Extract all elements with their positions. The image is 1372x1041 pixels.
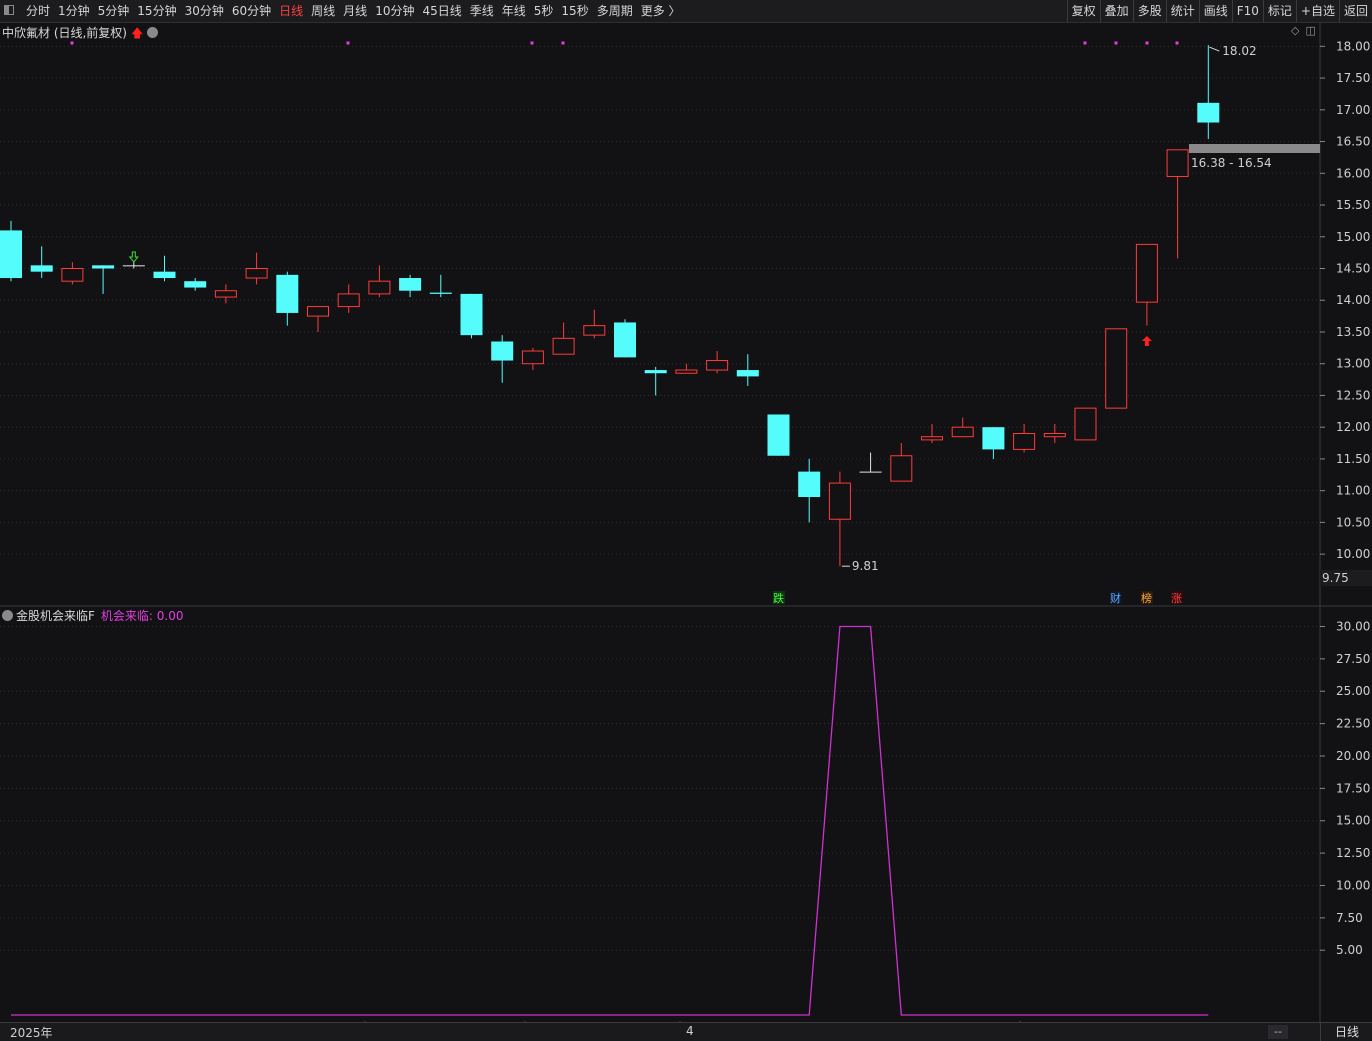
candle-body [1105, 328, 1128, 409]
sub-tick-label: 7.50 [1336, 911, 1363, 925]
candle-body [706, 360, 729, 371]
event-marker-0: 跌 [773, 591, 784, 605]
candle-body [368, 280, 391, 295]
main-tick-label: 14.00 [1336, 293, 1370, 307]
candle-body [429, 292, 452, 294]
sub-tick-label: 27.50 [1336, 652, 1370, 666]
candle-body [675, 369, 698, 374]
candle-body [1074, 407, 1097, 441]
period-button[interactable]: 日线 [1320, 1023, 1372, 1041]
event-marker-2: 榜 [1141, 591, 1152, 605]
candle-body [859, 471, 882, 473]
candle-body [767, 414, 790, 456]
candle-body [736, 370, 759, 377]
chart-canvas[interactable]: 18.00 17.50 17.00 16.50 16.00 15.50 15.00 14.50… [0, 0, 1372, 1022]
main-tick-label: 13.00 [1336, 357, 1370, 371]
candle-body [61, 268, 84, 282]
candle-body [798, 471, 821, 498]
candle-body [982, 427, 1005, 450]
price-range-band [1189, 144, 1320, 153]
candle-body [1013, 433, 1036, 450]
candle-body [214, 290, 237, 298]
high-arrow-icon [1209, 46, 1220, 52]
price-range-label: 16.38 - 16.54 [1191, 156, 1272, 170]
candle-body [644, 370, 667, 374]
sub-tick-label: 12.50 [1336, 846, 1370, 860]
candle-body [245, 268, 268, 279]
candle-body [1197, 102, 1220, 123]
down-arrow-icon [128, 251, 139, 263]
sub-tick-label: 20.00 [1336, 749, 1370, 763]
candle-body [552, 337, 575, 355]
sub-tick-label: 22.50 [1336, 717, 1370, 731]
candle-body [614, 322, 636, 358]
main-tick-label: 17.00 [1336, 103, 1370, 117]
sub-tick-label: 5.00 [1336, 943, 1363, 957]
signal-dot [346, 41, 350, 45]
sub-tick-label: 17.50 [1336, 781, 1370, 795]
signal-dot [530, 41, 534, 45]
sub-tick-label: 30.00 [1336, 619, 1370, 633]
main-tick-label: 12.50 [1336, 388, 1370, 402]
candle-body [184, 281, 207, 288]
main-tick-label: 10.50 [1336, 515, 1370, 529]
up-arrow-icon [1141, 336, 1152, 346]
signal-dot [1175, 41, 1179, 45]
candle-body [30, 265, 53, 272]
sub-tick-label: 10.00 [1336, 878, 1370, 892]
main-tick-label: 14.50 [1336, 262, 1370, 276]
signal-dot [1114, 41, 1118, 45]
candle-body [460, 293, 483, 336]
candle-body [399, 278, 422, 291]
candle-body [0, 230, 22, 279]
main-tick-label: 10.00 [1336, 547, 1370, 561]
main-tick-label: 11.00 [1336, 484, 1370, 498]
main-tick-label: 16.50 [1336, 135, 1370, 149]
axis-bottom-label: 9.75 [1322, 571, 1349, 585]
candle-body [521, 350, 544, 365]
main-tick-label: 12.00 [1336, 420, 1370, 434]
main-tick-label: 11.50 [1336, 452, 1370, 466]
candle-body [583, 325, 606, 336]
signal-dot [561, 41, 565, 45]
main-tick-label: 18.00 [1336, 39, 1370, 53]
main-tick-label: 15.50 [1336, 198, 1370, 212]
sub-tick-label: 25.00 [1336, 684, 1370, 698]
high-price-label: 18.02 [1222, 44, 1256, 58]
candle-body [92, 265, 115, 269]
signal-dot [1145, 41, 1149, 45]
candle-body [1135, 243, 1158, 303]
main-tick-label: 17.50 [1336, 71, 1370, 85]
candle-body [890, 455, 913, 482]
main-tick-label: 16.00 [1336, 166, 1370, 180]
candle-body [491, 341, 514, 361]
candle-body [921, 436, 943, 441]
main-tick-label: 15.00 [1336, 230, 1370, 244]
date-label-month: 4 [686, 1024, 694, 1038]
candle-body [153, 271, 176, 279]
candle-body [1166, 149, 1189, 177]
candle-body [951, 426, 974, 438]
signal-dot [1083, 41, 1087, 45]
sub-tick-label: 15.00 [1336, 814, 1370, 828]
candle-body [122, 265, 145, 267]
event-marker-1: 财 [1110, 591, 1121, 605]
low-price-label: 9.81 [852, 559, 879, 573]
signal-dot [70, 41, 74, 45]
candle-body [307, 306, 329, 317]
candle-body [276, 274, 299, 313]
candle-body [1043, 433, 1066, 438]
candle-body [828, 482, 851, 520]
main-tick-label: 13.50 [1336, 325, 1370, 339]
date-label-year: 2025年 [10, 1026, 53, 1040]
bottom-bar: 2025年 4 -- 日线 [0, 1022, 1372, 1041]
candle-body [337, 293, 360, 308]
event-marker-3: 涨 [1171, 592, 1182, 605]
scroll-button[interactable]: -- [1268, 1025, 1288, 1039]
